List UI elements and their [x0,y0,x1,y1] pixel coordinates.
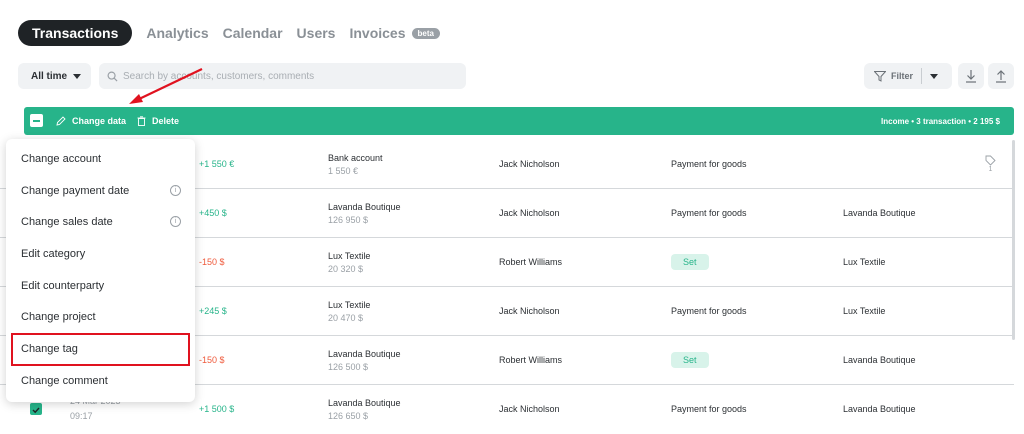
menu-item-label: Change payment date [21,185,130,197]
annotation-arrow [129,68,203,104]
project: Lavanda Boutique [843,208,916,218]
counterparty: Jack Nicholson [499,159,560,169]
filter-label: Filter [891,71,914,81]
counterparty: Robert Williams [499,257,563,267]
account-cell: Lux Textile 20 470 $ [328,287,370,335]
row-time: 09:17 [70,411,93,421]
account-cell: Lavanda Boutique 126 950 $ [328,189,401,237]
funnel-icon [874,70,886,82]
change-data-button[interactable]: Change data [56,107,126,135]
beta-badge: beta [411,27,440,39]
tag-count: 1 [988,166,993,173]
account-cell: Lux Textile 20 320 $ [328,238,370,286]
tag-icon [985,155,996,166]
filter-divider [921,68,923,84]
amount: -150 $ [199,257,225,267]
amount: +245 $ [199,306,227,316]
tab-calendar[interactable]: Calendar [223,25,283,41]
category-badge: Set [671,254,709,270]
category: Payment for goods [671,404,747,414]
amount: +1 500 $ [199,404,235,414]
account-name: Bank account [328,152,383,163]
trash-icon [137,116,146,126]
menu-item-edit-category[interactable]: Edit category [6,240,195,268]
account-balance: 126 650 $ [328,410,369,421]
project: Lavanda Boutique [843,355,916,365]
search-icon [107,71,118,82]
menu-item-change-comment[interactable]: Change comment [6,367,195,395]
filter-button[interactable]: Filter [864,63,952,89]
account-name: Lavanda Boutique [328,348,401,359]
category: Payment for goods [671,159,747,169]
counterparty: Jack Nicholson [499,306,560,316]
menu-item-change-account[interactable]: Change account [6,145,195,173]
info-icon[interactable]: i [170,216,181,227]
row-checkbox[interactable] [30,403,42,415]
account-name: Lux Textile [328,250,371,261]
account-name: Lavanda Boutique [328,201,401,212]
upload-icon [996,70,1006,83]
tab-invoices[interactable]: Invoices beta [349,25,440,41]
project: Lux Textile [843,257,886,267]
bulk-action-bar: Change data Delete Income • 3 transactio… [24,107,1014,135]
select-all-checkbox[interactable] [30,114,43,127]
account-name: Lux Textile [328,299,371,310]
account-cell: Lavanda Boutique 126 650 $ [328,385,401,433]
menu-item-edit-counterparty[interactable]: Edit counterparty [6,272,195,300]
project: Lavanda Boutique [843,404,916,414]
counterparty: Jack Nicholson [499,208,560,218]
upload-button[interactable] [988,63,1014,89]
check-icon [32,407,40,414]
period-dropdown[interactable]: All time [18,63,91,89]
download-button[interactable] [958,63,984,89]
account-balance: 1 550 € [328,165,359,176]
account-balance: 20 320 $ [328,263,364,274]
main-tabs: Transactions Analytics Calendar Users In… [18,20,440,46]
counterparty: Robert Williams [499,355,563,365]
highlight-box [11,333,190,366]
account-cell: Lavanda Boutique 126 500 $ [328,336,401,384]
category-cell: Set [671,336,709,384]
menu-item-change-sales-date[interactable]: Change sales date i [6,208,195,236]
info-icon[interactable]: i [170,185,181,196]
change-data-label: Change data [72,116,127,126]
tab-transactions[interactable]: Transactions [18,20,133,46]
amount: +450 $ [199,208,227,218]
pencil-icon [56,116,66,126]
download-icon [966,70,976,83]
scrollbar[interactable] [1012,140,1015,340]
account-cell: Bank account 1 550 € [328,140,383,188]
tab-users[interactable]: Users [297,25,336,41]
category-badge: Set [671,352,709,368]
chevron-down-icon[interactable] [930,73,939,79]
menu-item-label: Change sales date [21,216,113,228]
amount: -150 $ [199,355,225,365]
tab-invoices-label: Invoices [349,25,406,41]
counterparty: Jack Nicholson [499,404,560,414]
chevron-down-icon [73,73,82,79]
category: Payment for goods [671,306,747,316]
account-balance: 126 500 $ [328,361,369,372]
account-name: Lavanda Boutique [328,397,401,408]
category: Payment for goods [671,208,747,218]
menu-item-change-payment-date[interactable]: Change payment date i [6,177,195,205]
tag-cell[interactable]: 1 [985,140,996,188]
selection-summary: Income • 3 transaction • 2 195 $ [881,116,1000,126]
delete-button[interactable]: Delete [137,107,179,135]
menu-item-change-project[interactable]: Change project [6,303,195,331]
project: Lux Textile [843,306,886,316]
period-label: All time [31,70,68,82]
category-cell: Set [671,238,709,286]
amount: +1 550 € [199,159,235,169]
account-balance: 20 470 $ [328,312,364,323]
account-balance: 126 950 $ [328,214,369,225]
delete-label: Delete [152,116,180,126]
tab-analytics[interactable]: Analytics [146,25,208,41]
